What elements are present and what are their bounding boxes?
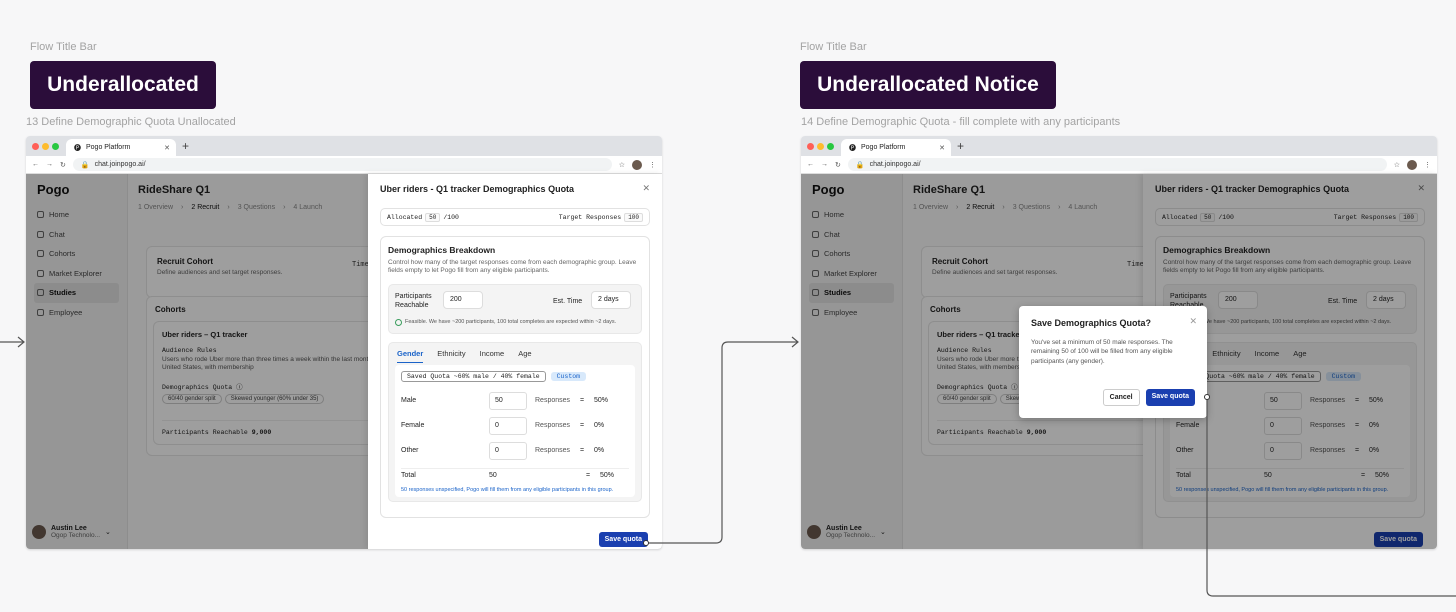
flow-connectors — [0, 336, 1456, 597]
